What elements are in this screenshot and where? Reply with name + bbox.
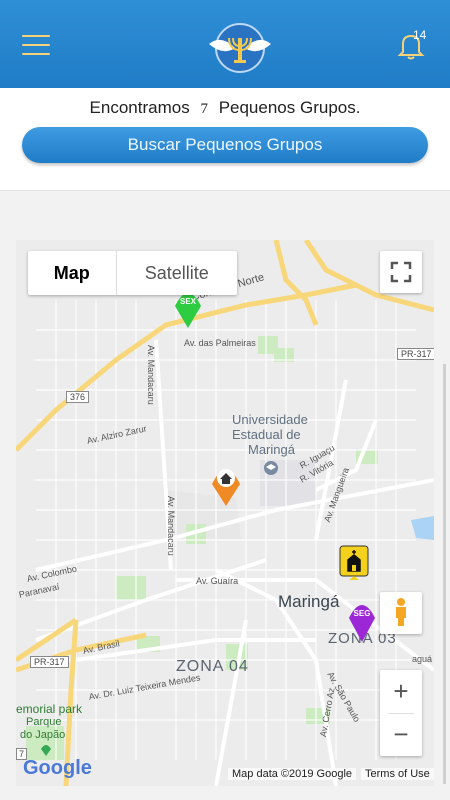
results-count: 7: [200, 101, 208, 117]
map-type-map-button[interactable]: Map: [28, 251, 117, 295]
map-label-parque-line1: Parque: [26, 716, 62, 728]
road-shield-376: 376: [66, 391, 90, 403]
map-label-mandacaru-south: Av. Mandacaru: [166, 496, 176, 556]
fullscreen-button[interactable]: [380, 251, 422, 293]
map-type-control: Map Satellite: [28, 251, 237, 295]
fullscreen-icon: [390, 261, 412, 283]
marker-sex-label: SEX: [180, 297, 197, 306]
zoom-out-button[interactable]: −: [380, 713, 422, 756]
map-label-maringa: Maringá: [278, 592, 340, 611]
university-icon: [264, 461, 278, 475]
map-label-zona-04: ZONA 04: [176, 658, 249, 675]
map-label-mandacaru-north: Av. Mandacaru: [146, 345, 156, 405]
road-shield-pr317-south: PR-317: [30, 656, 69, 668]
map-type-satellite-button[interactable]: Satellite: [117, 251, 237, 295]
map-label-guaira: Av. Guaíra: [196, 576, 239, 586]
home-marker[interactable]: [209, 462, 243, 508]
map-label-university-line3: Maringá: [248, 442, 295, 457]
marker-seg-label: SEG: [354, 609, 371, 618]
search-groups-button[interactable]: Buscar Pequenos Grupos: [22, 127, 428, 163]
road-shield-pr317: PR-317: [397, 348, 434, 360]
app-logo: [209, 23, 271, 73]
map-label-university-line2: Estadual de: [232, 427, 301, 442]
park-pin-icon: [41, 745, 51, 756]
results-header: Encontramos 7 Pequenos Grupos. Buscar Pe…: [0, 88, 450, 191]
pegman-icon: [396, 598, 406, 626]
page-scrollbar[interactable]: [443, 364, 446, 784]
app-header: 14: [0, 0, 450, 88]
church-marker[interactable]: [338, 544, 370, 584]
group-marker-seg[interactable]: SEG: [346, 598, 378, 644]
map-label-aguaria: aguá: [412, 654, 433, 664]
notification-count-badge: 14: [413, 28, 427, 42]
map-label-university-line1: Universidade: [232, 412, 308, 427]
street-view-button[interactable]: [380, 592, 422, 634]
map-label-parque-line2: do Japão: [20, 729, 66, 741]
map-attribution: Map data ©2019 Google: [228, 768, 357, 780]
results-summary: Encontramos 7 Pequenos Grupos.: [0, 98, 450, 118]
terms-of-use-link[interactable]: Terms of Use: [361, 768, 434, 780]
map-view[interactable]: Contorno Norte Av. das Palmeiras PR-317 …: [16, 240, 434, 786]
google-logo-text: Google: [23, 757, 92, 779]
hamburger-menu-icon[interactable]: [22, 33, 50, 57]
zoom-in-button[interactable]: +: [380, 670, 422, 713]
google-logo[interactable]: Google: [23, 757, 92, 780]
results-suffix: Pequenos Grupos.: [218, 98, 361, 117]
map-label-memorial-park: emorial park: [16, 702, 83, 716]
zoom-control: + −: [380, 670, 422, 756]
map-label-palmeiras: Av. das Palmeiras: [184, 338, 256, 348]
results-prefix: Encontramos: [89, 98, 190, 117]
